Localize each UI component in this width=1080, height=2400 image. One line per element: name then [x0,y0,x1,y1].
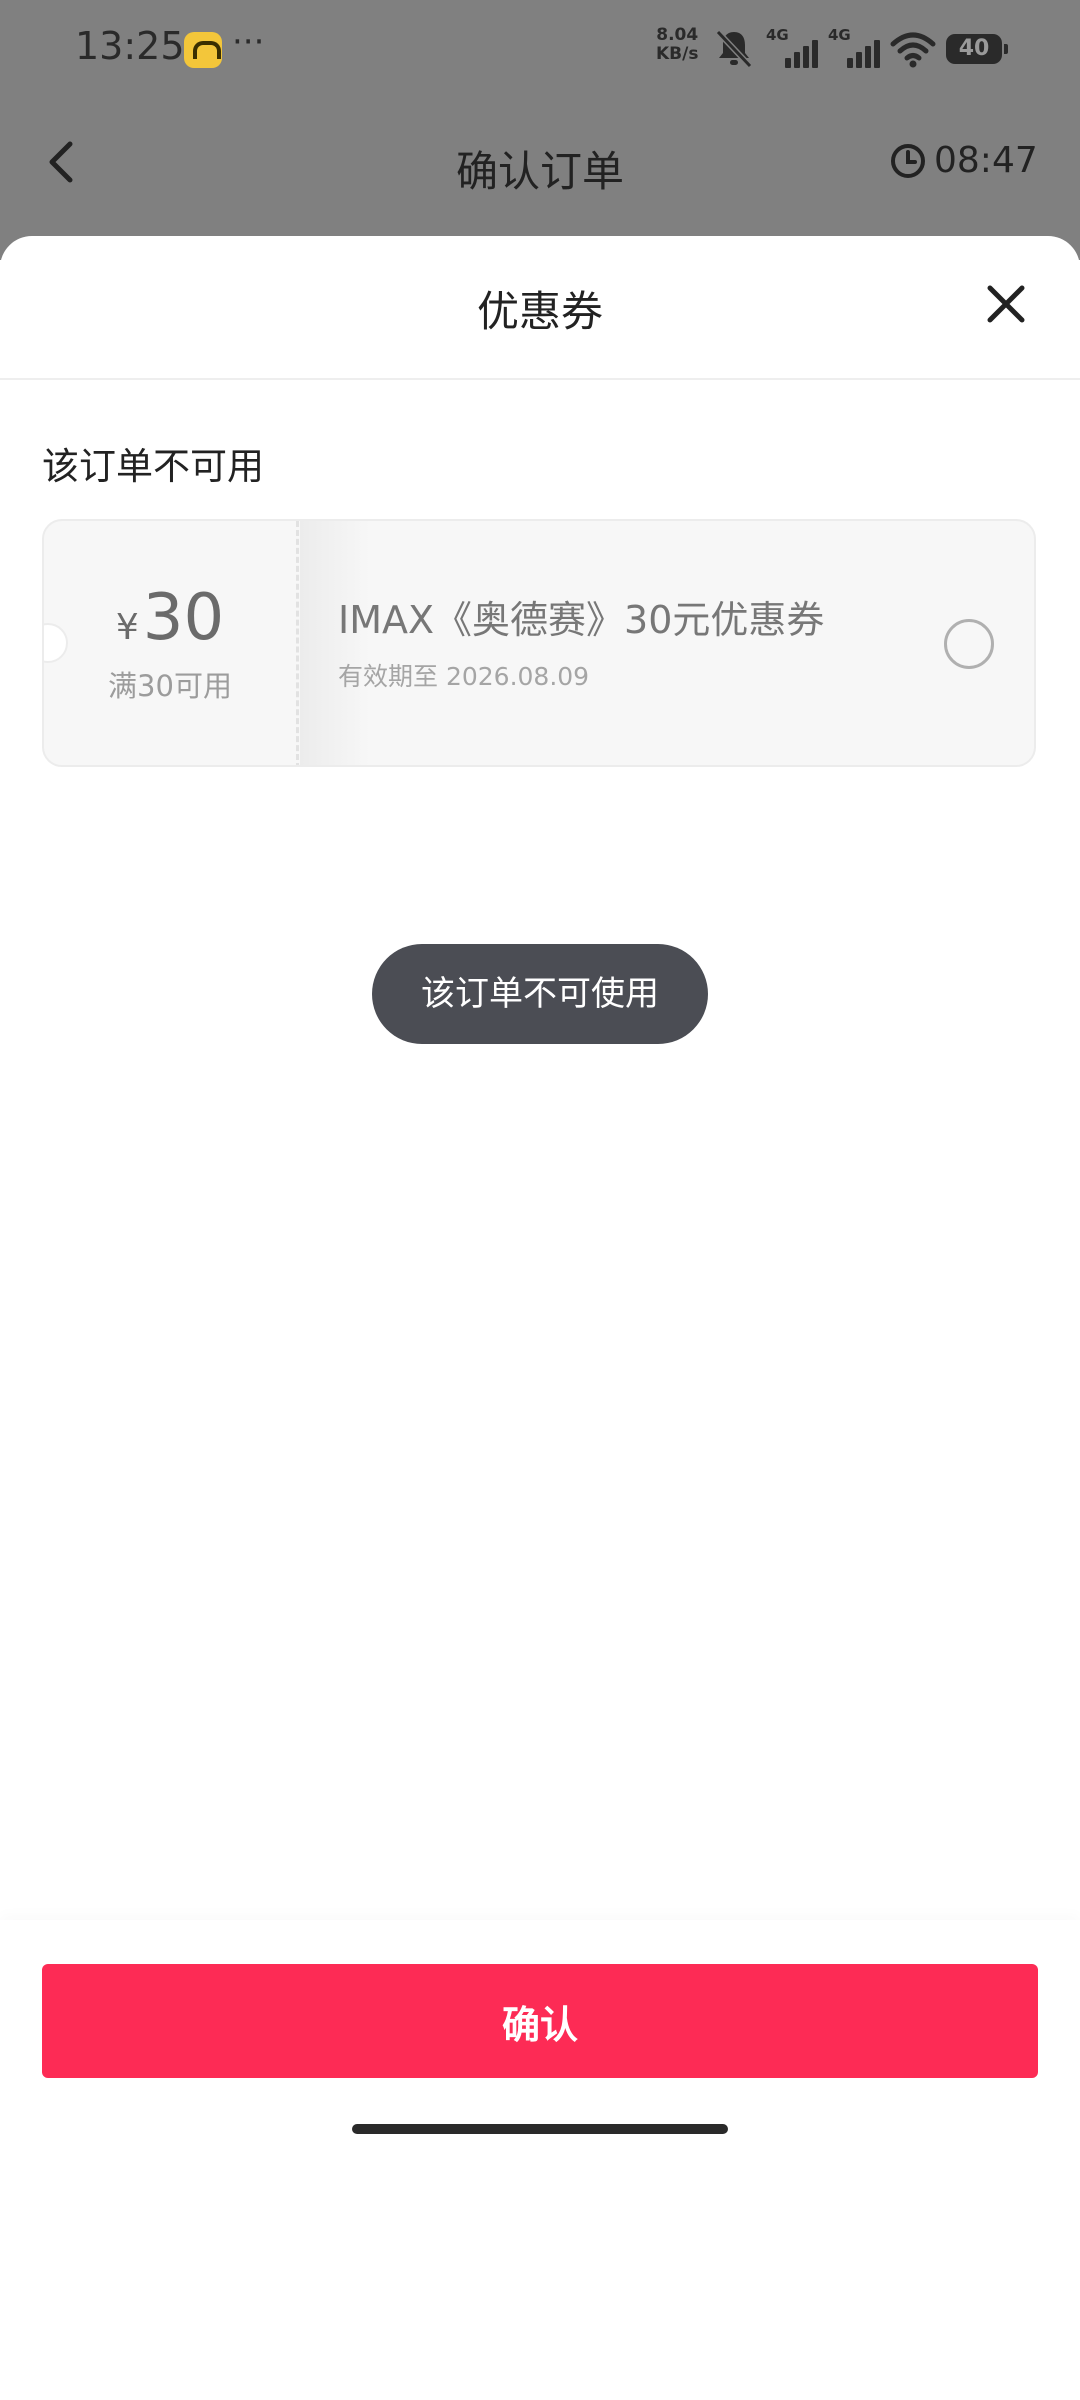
coupon-value: 30 [142,581,225,655]
coupon-card[interactable]: ¥30 满30可用 IMAX《奥德赛》30元优惠券 有效期至 2026.08.0… [42,519,1036,767]
more-notifications-icon: ··· [232,22,265,62]
coupon-threshold: 满30可用 [108,669,232,703]
order-nav-bar: 确认订单 08:47 [0,110,1080,220]
network-speed: 8.04 KB/s [656,26,698,64]
sheet-title: 优惠券 [476,287,603,336]
coupon-sheet: 优惠券 该订单不可用 ¥30 满30可用 IMAX《奥德赛》30元优惠券 有效期… [0,236,1080,2400]
coupon-expiry: 有效期至 2026.08.09 [338,662,590,691]
network-speed-unit: KB/s [656,44,699,64]
countdown-timer: 08:47 [890,140,1038,181]
coupon-value-panel: ¥30 满30可用 [44,521,296,765]
coupon-select-radio[interactable] [944,619,994,669]
mute-bell-icon [715,29,753,69]
signal-icon: 4G [828,26,880,70]
wifi-icon [890,32,936,68]
sheet-header: 优惠券 [0,236,1080,380]
coupon-name: IMAX《奥德赛》30元优惠券 [338,598,825,642]
close-icon[interactable] [986,284,1026,324]
confirm-button[interactable]: 确认 [42,1964,1038,2078]
unavailable-section-label: 该订单不可用 [42,445,264,488]
countdown-value: 08:47 [934,140,1038,181]
home-indicator[interactable] [352,2124,728,2134]
coupon-amount: ¥30 [44,581,296,655]
status-time: 13:25 [75,24,185,68]
network-speed-value: 8.04 [656,25,699,45]
coupon-divider-shadow [300,521,370,765]
coupon-divider [296,521,299,765]
signal-icon: 4G [766,26,818,70]
status-bar: 13:25 ··· 8.04 KB/s 4G 4G 40 [0,0,1080,100]
clock-icon [891,143,925,178]
status-icons: 4G 4G [712,26,936,70]
coupon-currency: ¥ [115,607,139,648]
battery-icon: 40 [946,34,1008,64]
toast-message: 该订单不可使用 [372,944,708,1044]
app-notification-icon [184,32,222,68]
